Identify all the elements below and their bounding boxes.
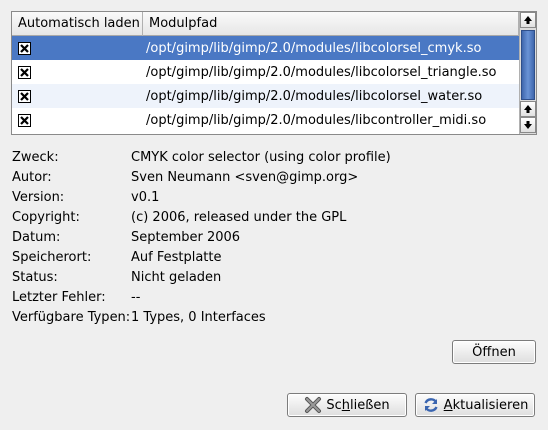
info-value: Sven Neumann <sven@gimp.org> [131,170,359,185]
info-label: Zweck: [12,150,59,165]
refresh-button-label: Aktualisieren [443,397,529,413]
info-row-author: Autor: Sven Neumann <sven@gimp.org> [12,168,532,188]
autoload-checkbox[interactable] [18,113,31,127]
info-label: Letzter Fehler: [12,290,106,305]
info-value: 1 Types, 0 Interfaces [131,310,266,325]
module-path: /opt/gimp/lib/gimp/2.0/modules/libcolors… [146,64,497,80]
module-path: /opt/gimp/lib/gimp/2.0/modules/libcolors… [146,40,482,56]
info-row-types: Verfügbare Typen: 1 Types, 0 Interfaces [12,308,532,328]
module-manager-dialog: Automatisch laden Modulpfad /opt/gimp/li… [0,0,548,430]
info-value: -- [131,290,141,305]
info-value: Nicht geladen [131,270,222,285]
info-row-purpose: Zweck: CMYK color selector (using color … [12,148,532,168]
close-button-label: Schließen [326,397,390,413]
column-header-path[interactable]: Modulpfad [143,12,519,36]
module-info: Zweck: CMYK color selector (using color … [12,148,532,328]
close-button[interactable]: Schließen [287,393,407,417]
info-label: Status: [12,270,58,285]
info-value: CMYK color selector (using color profile… [131,150,391,165]
scroll-down-button[interactable] [520,117,536,133]
open-button-label: Öffnen [472,344,516,360]
arrow-up-icon [524,105,532,113]
info-value: v0.1 [131,190,160,205]
autoload-cell [12,60,143,84]
table-header: Automatisch laden Modulpfad [12,12,519,36]
refresh-button[interactable]: Aktualisieren [415,393,535,417]
info-row-status: Status: Nicht geladen [12,268,532,288]
info-row-last-error: Letzter Fehler: -- [12,288,532,308]
info-label: Datum: [12,230,61,245]
table-row[interactable]: /opt/gimp/lib/gimp/2.0/modules/libcontro… [12,108,519,132]
vertical-scrollbar[interactable] [519,12,536,134]
autoload-cell [12,108,143,132]
table-row[interactable]: /opt/gimp/lib/gimp/2.0/modules/libcolors… [12,36,519,60]
info-label: Autor: [12,170,52,185]
info-row-location: Speicherort: Auf Festplatte [12,248,532,268]
scrollbar-thumb[interactable] [521,30,535,100]
scroll-up-button-lower[interactable] [520,101,536,117]
autoload-cell [12,84,143,108]
info-value: September 2006 [131,230,241,245]
arrow-down-icon [524,121,532,129]
info-row-date: Datum: September 2006 [12,228,532,248]
info-label: Speicherort: [12,250,92,265]
close-x-icon [304,396,322,414]
module-path: /opt/gimp/lib/gimp/2.0/modules/libcolors… [146,88,483,104]
info-label: Version: [12,190,65,205]
column-header-autoload[interactable]: Automatisch laden [12,12,143,36]
info-row-copyright: Copyright: (c) 2006, released under the … [12,208,532,228]
open-button[interactable]: Öffnen [452,340,536,364]
autoload-checkbox[interactable] [18,65,31,79]
info-value: Auf Festplatte [131,250,222,265]
module-list: Automatisch laden Modulpfad /opt/gimp/li… [11,11,537,135]
autoload-cell [12,36,143,60]
info-value: (c) 2006, released under the GPL [131,210,347,225]
module-table: Automatisch laden Modulpfad /opt/gimp/li… [12,12,519,134]
arrow-up-icon [524,16,532,24]
module-path: /opt/gimp/lib/gimp/2.0/modules/libcontro… [146,112,487,128]
info-row-version: Version: v0.1 [12,188,532,208]
scroll-up-button[interactable] [520,12,536,28]
info-label: Verfügbare Typen: [12,310,131,325]
table-row[interactable]: /opt/gimp/lib/gimp/2.0/modules/libcolors… [12,60,519,84]
autoload-checkbox[interactable] [18,89,31,103]
table-row[interactable]: /opt/gimp/lib/gimp/2.0/modules/libcolors… [12,84,519,108]
info-label: Copyright: [12,210,80,225]
refresh-icon [422,396,440,414]
autoload-checkbox[interactable] [18,41,31,55]
